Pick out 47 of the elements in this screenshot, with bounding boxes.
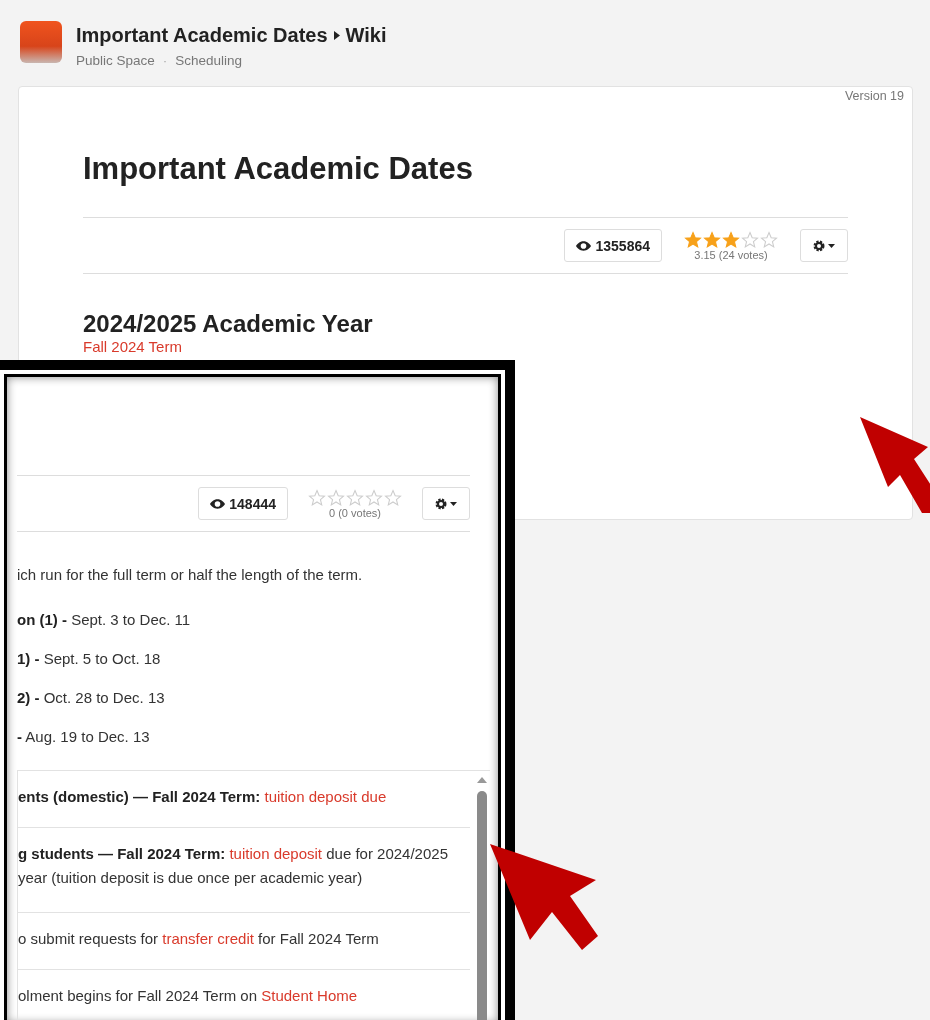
breadcrumb-link[interactable]: Scheduling — [175, 53, 243, 68]
settings-icon — [813, 239, 835, 252]
intro-text: ich run for the full term or half the length of the term. — [17, 565, 364, 585]
vote-summary: 0 (0 votes) — [329, 506, 381, 519]
breadcrumb-link[interactable]: Public Space — [76, 53, 155, 68]
term-link[interactable]: Fall 2024 Term — [83, 338, 182, 355]
table-cell-text: o submit requests for transfer credit for Fall 2024 Term — [18, 929, 380, 949]
filled-star-icon[interactable] — [703, 230, 721, 249]
empty-star-icon[interactable] — [308, 488, 326, 507]
empty-star-icon[interactable] — [760, 230, 778, 249]
section-title: Wiki — [345, 24, 387, 47]
section-heading: 2024/2025 Academic Year — [83, 310, 374, 338]
table-cell-text: olment begins for Fall 2024 Term on Student Home — [18, 986, 359, 1006]
space-logo-photo-placeholder — [20, 21, 62, 63]
settings-button[interactable] — [422, 487, 470, 520]
article-title: Important Academic Dates — [83, 151, 474, 187]
table-cell-text: g students — Fall 2024 Term: tuition deposit due for 2024/2025 — [18, 844, 449, 864]
term-period-text: 1) - Sept. 5 to Oct. 18 — [17, 649, 162, 669]
inline-link[interactable]: tuition deposit due — [264, 788, 387, 805]
settings-icon — [435, 497, 457, 510]
filled-star-icon[interactable] — [684, 230, 702, 249]
table-cell-text: year (tuition deposit is due once per academic year) — [18, 868, 364, 888]
caret-icon — [333, 31, 340, 40]
empty-star-icon[interactable] — [384, 488, 402, 507]
views-button[interactable]: 1355864 — [564, 229, 662, 262]
page-title: Important Academic Dates — [76, 24, 328, 47]
separator-dot: · — [162, 53, 168, 68]
empty-star-icon[interactable] — [365, 488, 383, 507]
inline-link[interactable]: transfer credit — [162, 930, 254, 947]
empty-star-icon[interactable] — [741, 230, 759, 249]
eye-icon — [210, 498, 226, 509]
views-button[interactable]: 148444 — [198, 487, 288, 520]
empty-star-icon[interactable] — [327, 488, 345, 507]
term-period-text: 2) - Oct. 28 to Dec. 13 — [17, 688, 166, 708]
vote-summary: 3.15 (24 votes) — [694, 248, 768, 261]
inline-link[interactable]: Student Home — [261, 987, 358, 1004]
empty-star-icon[interactable] — [346, 488, 364, 507]
scroll-up-icon[interactable] — [477, 777, 487, 783]
filled-star-icon[interactable] — [722, 230, 740, 249]
settings-button[interactable] — [800, 229, 848, 262]
version-label: Version 19 — [843, 89, 904, 103]
scrollbar-thumb[interactable] — [477, 791, 487, 1020]
table-cell-text: ents (domestic) — Fall 2024 Term: tuition deposit due — [18, 787, 388, 807]
inline-link[interactable]: tuition deposit — [229, 845, 323, 862]
eye-icon — [576, 240, 592, 251]
term-period-text: - Aug. 19 to Dec. 13 — [17, 727, 151, 747]
term-period-text: on (1) - Sept. 3 to Dec. 11 — [17, 610, 192, 630]
